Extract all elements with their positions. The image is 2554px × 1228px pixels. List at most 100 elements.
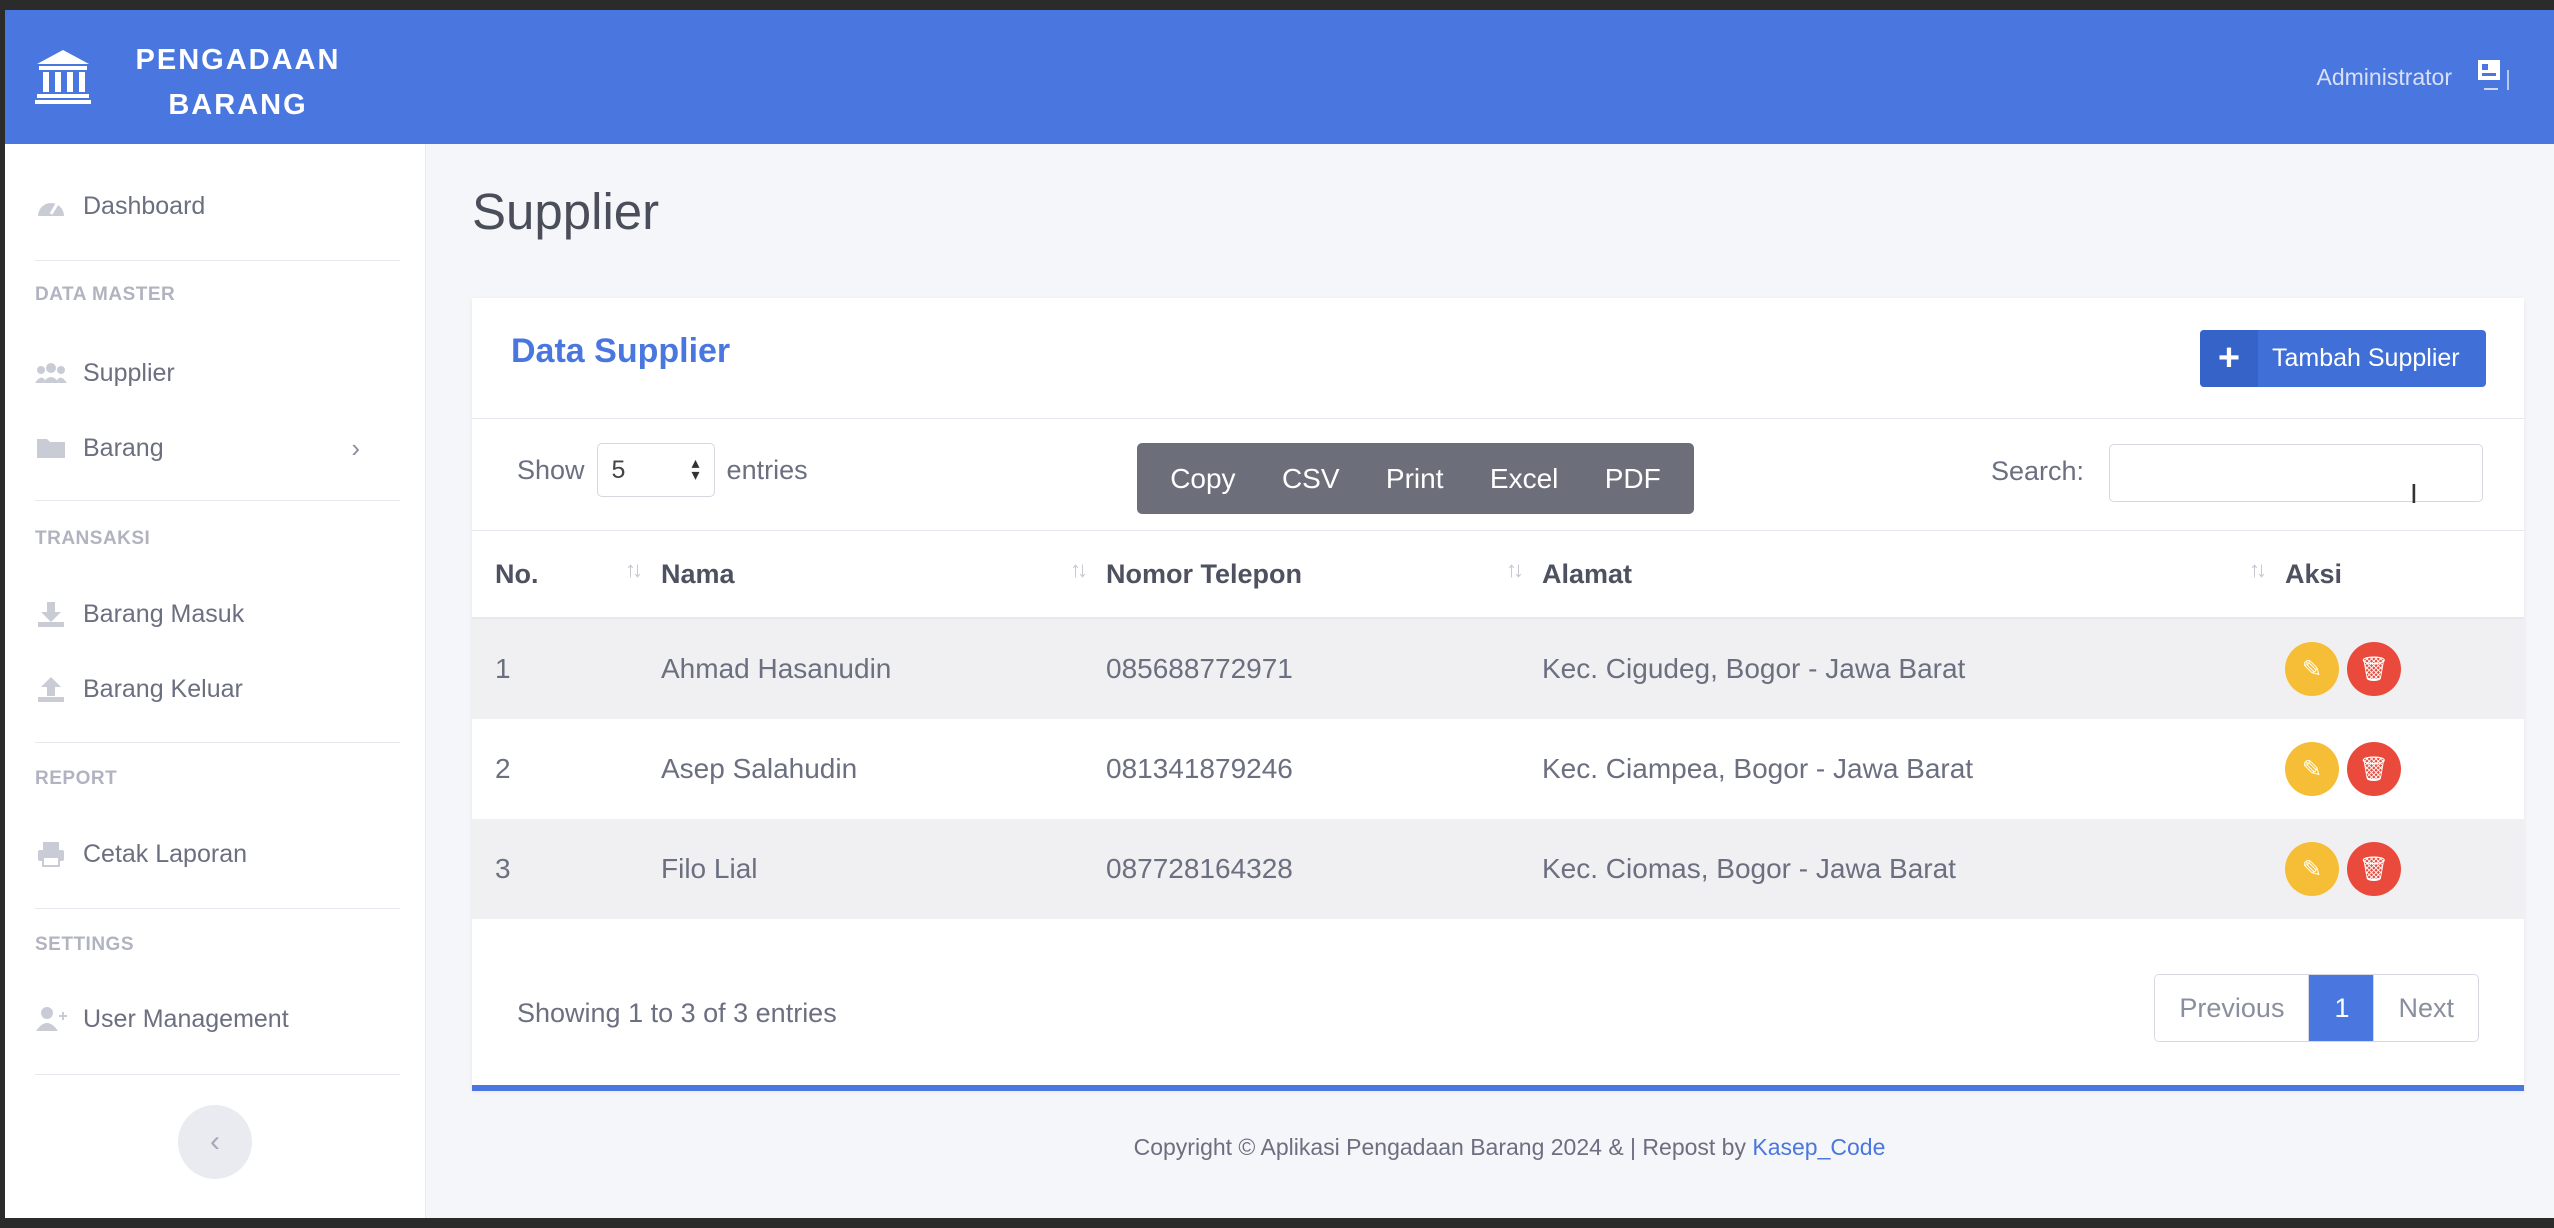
sidebar-item-label: Barang Masuk — [83, 599, 245, 628]
sidebar-item-supplier[interactable]: Supplier — [35, 353, 175, 393]
select-arrows-icon: ▴ ▾ — [691, 455, 700, 484]
user-avatar-icon[interactable] — [2474, 54, 2504, 94]
add-supplier-label: Tambah Supplier — [2272, 344, 2460, 372]
print-button[interactable]: Print — [1386, 463, 1444, 495]
app-window: PENGADAAN BARANG Administrator Dashboard… — [5, 10, 2554, 1218]
header-label: No. — [495, 558, 539, 589]
cell-telepon: 081341879246 — [1106, 753, 1293, 784]
column-header-nama[interactable]: Nama ↑↓ — [661, 530, 1106, 619]
university-icon — [35, 50, 91, 104]
cell-no: 3 — [472, 819, 661, 919]
excel-button[interactable]: Excel — [1490, 463, 1558, 495]
brand-title[interactable]: PENGADAAN BARANG — [123, 38, 353, 128]
plus-icon: + — [2200, 330, 2258, 387]
sort-icon: ↑↓ — [1070, 557, 1088, 582]
sidebar-item-barang[interactable]: Barang › — [35, 428, 400, 468]
download-icon — [38, 602, 64, 627]
cell-aksi: ✎ 🗑 — [2285, 719, 2524, 819]
previous-page-button[interactable]: Previous — [2155, 975, 2310, 1041]
sidebar-item-barang-masuk[interactable]: Barang Masuk — [35, 594, 244, 634]
brand-line-2: BARANG — [168, 89, 308, 121]
pdf-button[interactable]: PDF — [1605, 463, 1661, 495]
csv-button[interactable]: CSV — [1282, 463, 1340, 495]
edit-icon[interactable]: ✎ — [2285, 642, 2339, 696]
page-size-select[interactable]: 5 ▴ ▾ — [596, 443, 715, 497]
cell-nama: Asep Salahudin — [661, 753, 858, 784]
page-size-value: 5 — [611, 455, 626, 484]
trash-icon[interactable]: 🗑 — [2347, 742, 2401, 796]
page-size-control: Show 5 ▴ ▾ entries — [517, 443, 808, 497]
sidebar-item-label: Barang — [83, 433, 164, 462]
cell-no: 1 — [472, 618, 661, 719]
user-name[interactable]: Administrator — [2317, 64, 2452, 91]
sidebar-divider — [35, 500, 400, 501]
sort-icon: ↑↓ — [1506, 557, 1524, 582]
brand-line-1: PENGADAAN — [135, 44, 341, 76]
edit-icon[interactable]: ✎ — [2285, 742, 2339, 796]
sidebar-item-label: Dashboard — [83, 191, 206, 220]
header-label: Nama — [661, 558, 735, 589]
sidebar-divider — [35, 908, 400, 909]
show-label: Show — [517, 454, 585, 485]
sidebar-item-dashboard[interactable]: Dashboard — [35, 186, 205, 226]
edit-icon[interactable]: ✎ — [2285, 842, 2339, 896]
sort-icon: ↑↓ — [625, 557, 643, 582]
page-title: Supplier — [472, 183, 660, 240]
cell-telepon: 085688772971 — [1106, 618, 1542, 719]
sidebar-heading-settings: SETTINGS — [35, 934, 135, 955]
cell-alamat: Kec. Cigudeg, Bogor - Jawa Barat — [1542, 618, 2285, 719]
sidebar: Dashboard DATA MASTER Supplier Barang › … — [5, 144, 426, 1218]
table-row: 3 Filo Lial 087728164328 Kec. Ciomas, Bo… — [472, 819, 2524, 919]
text-cursor-icon: I — [2410, 478, 2418, 509]
trash-icon[interactable]: 🗑 — [2347, 842, 2401, 896]
users-icon — [35, 363, 67, 383]
next-page-button[interactable]: Next — [2373, 975, 2478, 1041]
supplier-card: Data Supplier + Tambah Supplier Show 5 ▴… — [472, 298, 2524, 1091]
card-header: Data Supplier + Tambah Supplier — [472, 298, 2524, 419]
add-supplier-button[interactable]: + Tambah Supplier — [2200, 330, 2486, 387]
cell-aksi: ✎ 🗑 — [2285, 819, 2524, 919]
footer-text: Copyright © Aplikasi Pengadaan Barang 20… — [1133, 1134, 1753, 1160]
sidebar-heading-transaksi: TRANSAKSI — [35, 528, 151, 549]
cell-aksi: ✎ 🗑 — [2285, 618, 2524, 719]
cell-no: 2 — [495, 753, 511, 784]
column-header-telepon[interactable]: Nomor Telepon ↑↓ — [1106, 530, 1542, 619]
folder-icon — [37, 439, 65, 458]
pagination: Previous 1 Next — [2154, 974, 2479, 1042]
trash-icon[interactable]: 🗑 — [2347, 642, 2401, 696]
sidebar-item-user-management[interactable]: User Management — [35, 999, 289, 1039]
column-header-alamat[interactable]: Alamat ↑↓ — [1542, 530, 2285, 619]
cell-nama: Filo Lial — [661, 819, 1106, 919]
user-plus-icon — [36, 1007, 67, 1031]
cell-telepon: 087728164328 — [1106, 819, 1542, 919]
export-button-group: Copy CSV Print Excel PDF — [1137, 443, 1694, 514]
tachometer-icon — [38, 203, 64, 216]
sidebar-divider — [35, 260, 400, 261]
sidebar-heading-report: REPORT — [35, 768, 118, 789]
footer: Copyright © Aplikasi Pengadaan Barang 20… — [5, 1134, 2554, 1161]
entries-label: entries — [726, 454, 808, 485]
sidebar-item-label: Barang Keluar — [83, 674, 243, 703]
upload-icon — [38, 677, 64, 702]
copy-button[interactable]: Copy — [1170, 463, 1235, 495]
sidebar-item-label: Cetak Laporan — [83, 839, 248, 868]
page-button-current[interactable]: 1 — [2309, 975, 2374, 1041]
cell-alamat: Kec. Ciampea, Bogor - Jawa Barat — [1542, 753, 1974, 784]
column-header-no[interactable]: No. ↑↓ — [472, 530, 661, 619]
sidebar-item-label: Supplier — [83, 358, 175, 387]
cell-alamat: Kec. Ciomas, Bogor - Jawa Barat — [1542, 819, 2285, 919]
search-label: Search: — [1991, 456, 2085, 486]
card-title: Data Supplier — [511, 332, 731, 370]
search-input[interactable] — [2109, 444, 2483, 502]
header-label: Nomor Telepon — [1106, 558, 1303, 589]
cell-nama: Ahmad Hasanudin — [661, 618, 1106, 719]
sort-icon: ↑↓ — [2249, 557, 2267, 582]
table-row: 1 Ahmad Hasanudin 085688772971 Kec. Cigu… — [472, 618, 2524, 719]
printer-icon — [38, 842, 64, 867]
footer-link[interactable]: Kasep_Code — [1752, 1134, 1885, 1160]
table-header-row: No. ↑↓ Nama ↑↓ Nomor Telepon ↑↓ Alamat ↑↓ Ak… — [472, 530, 2524, 619]
sidebar-item-barang-keluar[interactable]: Barang Keluar — [35, 669, 243, 709]
sidebar-item-cetak-laporan[interactable]: Cetak Laporan — [35, 834, 247, 874]
sidebar-heading-master: DATA MASTER — [35, 284, 176, 305]
sidebar-divider — [35, 1074, 400, 1075]
